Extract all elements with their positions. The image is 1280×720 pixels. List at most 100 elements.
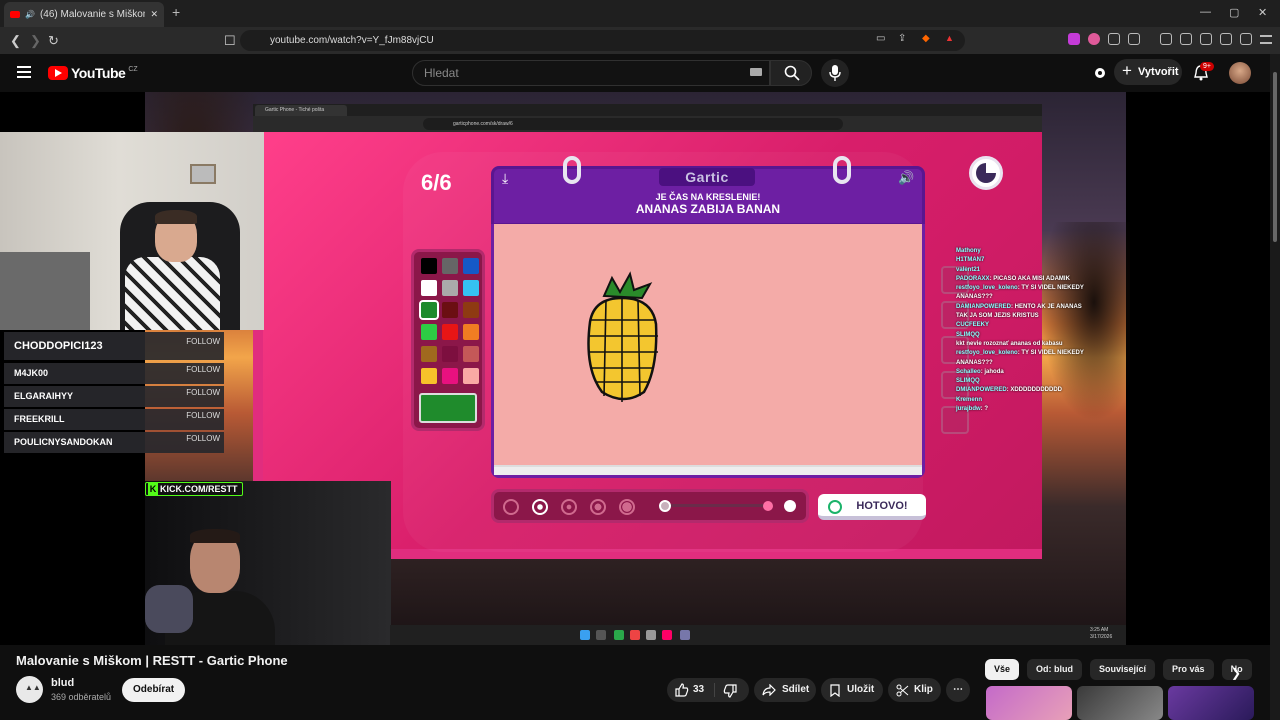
subscribe-button[interactable]: Odebírat [122, 678, 186, 702]
filter-chip[interactable]: Vše [985, 659, 1020, 680]
palette-swatch[interactable] [463, 302, 479, 318]
url-field[interactable]: youtube.com/watch?v=Y_fJm88vjCU [240, 30, 965, 51]
vpn-icon[interactable] [1240, 33, 1252, 45]
follow-label: FOLLOW [186, 337, 220, 346]
window-minimize-button[interactable]: — [1200, 6, 1211, 18]
leo-ai-icon[interactable] [1220, 33, 1232, 45]
voice-search-button[interactable] [821, 59, 849, 87]
new-tab-button[interactable]: + [172, 4, 180, 20]
download-icon[interactable]: ⤓ [502, 170, 508, 187]
opacity-slider-track[interactable] [665, 504, 773, 507]
palette-swatch[interactable] [442, 302, 458, 318]
filter-chip[interactable]: Související [1090, 659, 1156, 680]
clip-button[interactable]: Klip [888, 678, 941, 702]
related-thumbnail-3[interactable] [1168, 686, 1254, 720]
tab-close-icon[interactable]: ✕ [150, 9, 158, 20]
palette-swatch[interactable] [463, 258, 479, 274]
search-button[interactable] [770, 60, 812, 86]
related-thumbnail-2[interactable] [1077, 686, 1163, 720]
palette-swatch[interactable] [442, 346, 458, 362]
palette-swatch[interactable] [421, 258, 437, 274]
account-avatar[interactable] [1229, 62, 1251, 84]
create-button[interactable]: Vytvořit [1114, 58, 1182, 85]
filter-chip[interactable]: Od: blud [1027, 659, 1083, 680]
brush-size-4[interactable] [590, 499, 606, 515]
checkmark-icon [828, 500, 842, 514]
extension-icon-2[interactable] [1088, 33, 1100, 45]
share-page-icon[interactable]: ⇪ [898, 33, 906, 44]
window-maximize-button[interactable]: ▢ [1229, 6, 1239, 19]
youtube-logo[interactable]: YouTube CZ [48, 65, 138, 81]
channel-avatar[interactable]: ▲▲ [16, 676, 43, 703]
palette-swatch[interactable] [421, 346, 437, 362]
share-button[interactable]: Sdílet [754, 678, 816, 702]
webcam-feed-1 [0, 132, 264, 330]
thumbs-down-icon[interactable] [723, 684, 737, 698]
volume-icon[interactable]: 🔊 [898, 170, 914, 186]
opacity-slider-handle[interactable] [763, 501, 773, 511]
video-player[interactable]: Gartic Phone - Tiché pošta garticphone.c… [0, 92, 1270, 645]
reload-icon[interactable]: ↻ [48, 33, 59, 49]
cast-settings-icon[interactable] [1093, 66, 1107, 80]
bookmark-icon[interactable]: ☐ [224, 33, 236, 49]
brave-shield-icon[interactable]: ◆ [922, 33, 930, 44]
related-thumbnail-1[interactable] [986, 686, 1072, 720]
follower-row: M4JK00 FOLLOW [4, 363, 224, 384]
extension-icon-1[interactable] [1068, 33, 1080, 45]
page-scrollbar-thumb[interactable] [1273, 72, 1277, 242]
drawing-canvas[interactable] [491, 224, 925, 478]
palette-swatch[interactable] [463, 346, 479, 362]
brush-size-5[interactable] [619, 499, 635, 515]
palette-swatch[interactable] [419, 300, 439, 320]
country-code: CZ [128, 65, 138, 73]
thumbs-up-icon[interactable] [675, 683, 689, 697]
palette-swatch[interactable] [442, 324, 458, 340]
palette-swatch[interactable] [463, 368, 479, 384]
filter-chip[interactable]: Pro vás [1163, 659, 1214, 680]
browser-menu-icon[interactable] [1260, 35, 1272, 44]
hamburger-menu-icon[interactable] [17, 66, 31, 78]
follower-list: CHODDOPICI123 FOLLOW M4JK00 FOLLOW ELGARAIHY… [4, 332, 224, 455]
media-controls-icon[interactable] [1160, 33, 1172, 45]
brush-size-3[interactable] [561, 499, 577, 515]
like-count[interactable]: 33 [693, 678, 704, 702]
search-input[interactable]: Hledat [412, 60, 770, 86]
wallet-icon[interactable] [1200, 33, 1212, 45]
palette-swatch[interactable] [442, 258, 458, 274]
chat-username: Kremenn [956, 396, 983, 403]
cast-icon[interactable]: ▭ [876, 33, 885, 44]
bookmark-save-icon [830, 684, 840, 697]
palette-swatch[interactable] [442, 368, 458, 384]
taskbar-app-icon-2 [630, 630, 640, 640]
back-arrow-icon[interactable]: ❮ [10, 33, 21, 49]
share-label: Sdílet [782, 684, 810, 695]
chat-message: restfoyo_love_koleno: TY SI VIDEL NIEKED… [956, 284, 1086, 303]
extensions-puzzle-icon[interactable] [1108, 33, 1120, 45]
palette-swatch[interactable] [463, 324, 479, 340]
palette-swatch[interactable] [442, 280, 458, 296]
speaker-icon: 🔊 [25, 10, 35, 19]
palette-swatch[interactable] [421, 324, 437, 340]
channel-name[interactable]: blud [51, 677, 74, 689]
palette-swatch[interactable] [463, 280, 479, 296]
chat-username: restfoyo_love_koleno [956, 350, 1018, 357]
palette-swatch[interactable] [421, 368, 437, 384]
forward-arrow-icon[interactable]: ❯ [30, 33, 41, 49]
brush-size-2[interactable] [532, 499, 548, 515]
brave-rewards-icon[interactable]: ▲ [945, 33, 954, 43]
subscriber-count: 369 odběratelů [51, 692, 112, 702]
palette-swatch[interactable] [421, 280, 437, 296]
more-actions-button[interactable]: ⋯ [946, 678, 970, 702]
keyboard-icon[interactable] [750, 68, 762, 76]
save-button[interactable]: Uložit [821, 678, 883, 702]
brush-size-1[interactable] [503, 499, 519, 515]
chevron-right-icon[interactable]: ❯ [1231, 666, 1241, 680]
chat-username: Mathony [956, 248, 981, 254]
follower-name: CHODDOPICI123 [14, 340, 103, 352]
sidebar-icon[interactable] [1180, 33, 1192, 45]
follow-label: FOLLOW [186, 411, 220, 420]
window-close-button[interactable]: ✕ [1258, 6, 1267, 19]
browser-tab-youtube[interactable]: 🔊 (46) Malovanie s Miškom | RES ✕ [4, 2, 164, 27]
channel-logo-icon: ▲▲ [25, 683, 41, 692]
tab-search-icon[interactable] [1128, 33, 1140, 45]
